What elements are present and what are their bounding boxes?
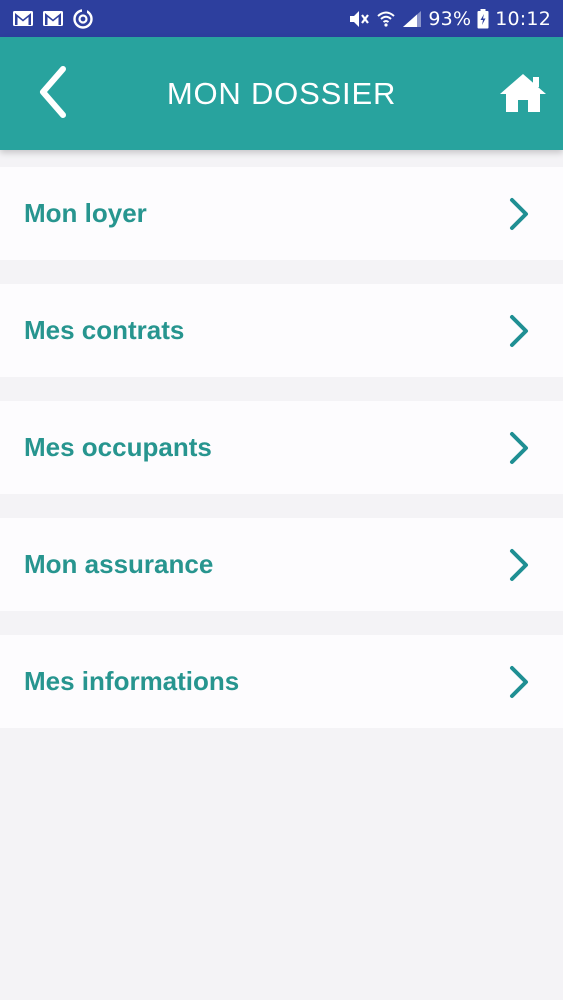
page-title: MON DOSSIER xyxy=(166,75,397,111)
menu-item-label: Mes occupants xyxy=(24,432,212,462)
signal-icon xyxy=(402,10,422,28)
chevron-right-icon xyxy=(505,430,533,466)
clock: 10:12 xyxy=(495,7,551,30)
gmail-icon xyxy=(12,10,34,27)
chevron-right-icon xyxy=(505,664,533,700)
status-left-icons xyxy=(12,8,94,30)
mute-icon xyxy=(348,9,370,29)
status-bar: 93% 10:12 xyxy=(0,0,563,37)
menu-item-label: Mes contrats xyxy=(24,315,185,345)
menu-item-mon-loyer[interactable]: Mon loyer xyxy=(0,167,563,260)
status-right-icons: 93% 10:12 xyxy=(348,8,551,30)
chevron-left-icon xyxy=(35,65,69,124)
menu-item-label: Mon assurance xyxy=(24,549,214,579)
home-icon xyxy=(498,72,548,119)
chevron-right-icon xyxy=(505,196,533,232)
chevron-right-icon xyxy=(505,547,533,583)
app-bar: MON DOSSIER xyxy=(0,37,563,150)
wifi-icon xyxy=(376,9,396,29)
menu-item-mes-contrats[interactable]: Mes contrats xyxy=(0,284,563,377)
menu-item-label: Mes informations xyxy=(24,666,240,696)
back-button[interactable] xyxy=(28,65,76,123)
menu-item-mon-assurance[interactable]: Mon assurance xyxy=(0,518,563,611)
sync-icon xyxy=(72,8,94,30)
menu-list: Mon loyer Mes contrats Mes occupants Mon… xyxy=(0,167,563,752)
battery-icon xyxy=(477,8,489,29)
chevron-right-icon xyxy=(505,313,533,349)
home-button[interactable] xyxy=(497,71,549,119)
gmail-icon xyxy=(42,10,64,27)
menu-item-mes-occupants[interactable]: Mes occupants xyxy=(0,401,563,494)
menu-item-label: Mon loyer xyxy=(24,198,147,228)
menu-item-mes-informations[interactable]: Mes informations xyxy=(0,635,563,728)
battery-percent: 93% xyxy=(428,7,472,30)
